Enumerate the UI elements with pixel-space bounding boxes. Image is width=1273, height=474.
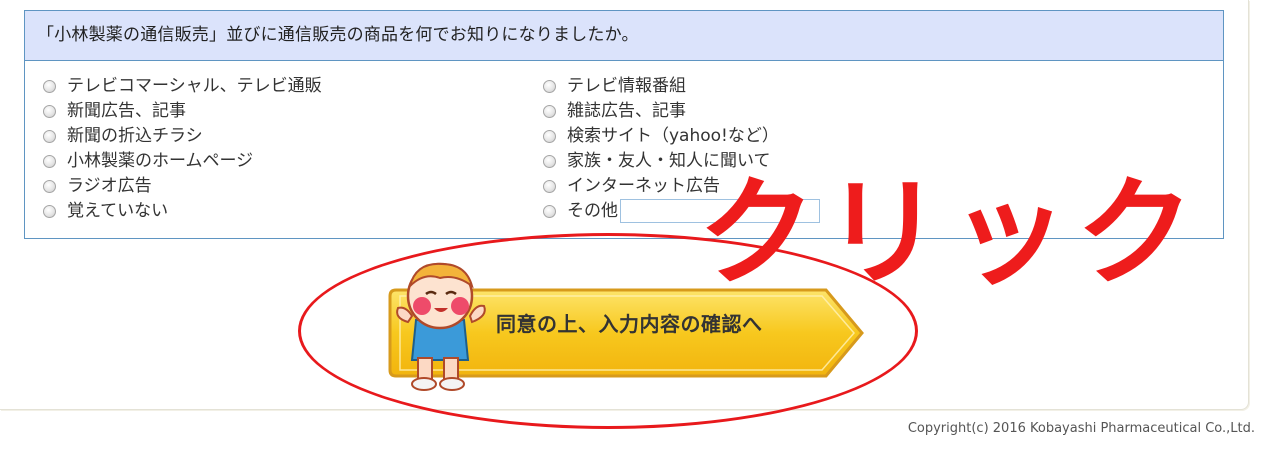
radio-button[interactable]: [543, 104, 556, 118]
radio-button[interactable]: [43, 179, 56, 193]
option-dont-remember[interactable]: 覚えていない: [43, 199, 168, 223]
option-homepage[interactable]: 小林製薬のホームページ: [43, 149, 253, 173]
option-tv-info-program[interactable]: テレビ情報番組: [543, 74, 686, 98]
option-label: ラジオ広告: [67, 176, 152, 196]
option-label: 新聞広告、記事: [67, 101, 186, 121]
radio-button[interactable]: [43, 154, 56, 168]
option-label: 検索サイト（yahoo!など）: [567, 126, 779, 146]
radio-button[interactable]: [43, 129, 56, 143]
option-search-site[interactable]: 検索サイト（yahoo!など）: [543, 124, 779, 148]
option-label: テレビコマーシャル、テレビ通販: [67, 76, 322, 96]
option-radio-ad[interactable]: ラジオ広告: [43, 174, 152, 198]
radio-button[interactable]: [43, 204, 56, 218]
click-annotation: クリック: [698, 164, 1203, 302]
radio-button[interactable]: [543, 204, 556, 218]
radio-button[interactable]: [543, 154, 556, 168]
option-label: その他: [567, 201, 618, 221]
option-label: 小林製薬のホームページ: [67, 151, 254, 171]
option-label: 覚えていない: [67, 201, 169, 221]
radio-button[interactable]: [543, 79, 556, 93]
radio-button[interactable]: [43, 104, 56, 118]
radio-button[interactable]: [43, 79, 56, 93]
option-label: 雑誌広告、記事: [567, 101, 686, 121]
copyright-text: Copyright(c) 2016 Kobayashi Pharmaceutic…: [907, 421, 1255, 436]
radio-button[interactable]: [543, 129, 556, 143]
option-internet-ad[interactable]: インターネット広告: [543, 174, 720, 198]
option-tv-commercial[interactable]: テレビコマーシャル、テレビ通販: [43, 74, 322, 98]
radio-button[interactable]: [543, 179, 556, 193]
option-newspaper-ad[interactable]: 新聞広告、記事: [43, 99, 186, 123]
option-label: テレビ情報番組: [567, 76, 686, 96]
option-newspaper-flyer[interactable]: 新聞の折込チラシ: [43, 124, 203, 148]
option-label: 新聞の折込チラシ: [67, 126, 203, 146]
question-title: 「小林製薬の通信販売」並びに通信販売の商品を何でお知りになりましたか。: [25, 11, 1223, 61]
option-magazine-ad[interactable]: 雑誌広告、記事: [543, 99, 686, 123]
